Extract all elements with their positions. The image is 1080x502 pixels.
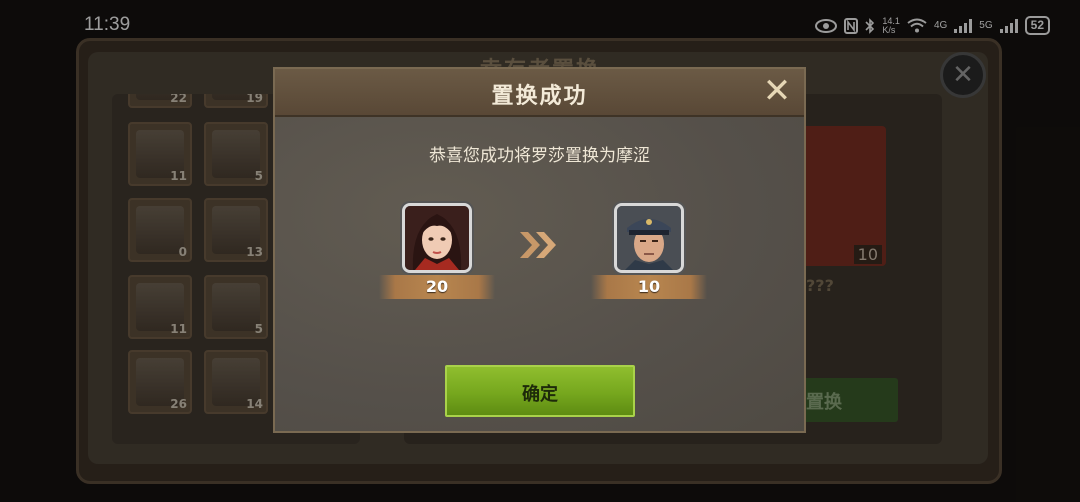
dialog-header: 置换成功 ✕	[275, 69, 804, 117]
close-icon[interactable]: ✕	[760, 73, 794, 109]
from-hero-portrait	[402, 203, 472, 273]
from-hero-level: 20	[425, 277, 449, 296]
to-hero-level: 10	[637, 277, 661, 296]
to-hero: 10	[591, 203, 711, 303]
woman-portrait-icon	[405, 206, 469, 270]
confirm-button[interactable]: 确定	[445, 365, 635, 417]
swap-success-dialog: 置换成功 ✕ 恭喜您成功将罗莎置换为摩涩 20 10 确定	[273, 67, 806, 433]
dialog-title: 置换成功	[491, 84, 588, 109]
soldier-portrait-icon	[617, 206, 681, 270]
from-hero: 20	[379, 203, 499, 303]
confirm-button-label: 确定	[522, 384, 558, 405]
double-chevron-right-icon	[520, 232, 556, 258]
dialog-message: 恭喜您成功将罗莎置换为摩涩	[429, 146, 650, 166]
to-hero-portrait	[614, 203, 684, 273]
